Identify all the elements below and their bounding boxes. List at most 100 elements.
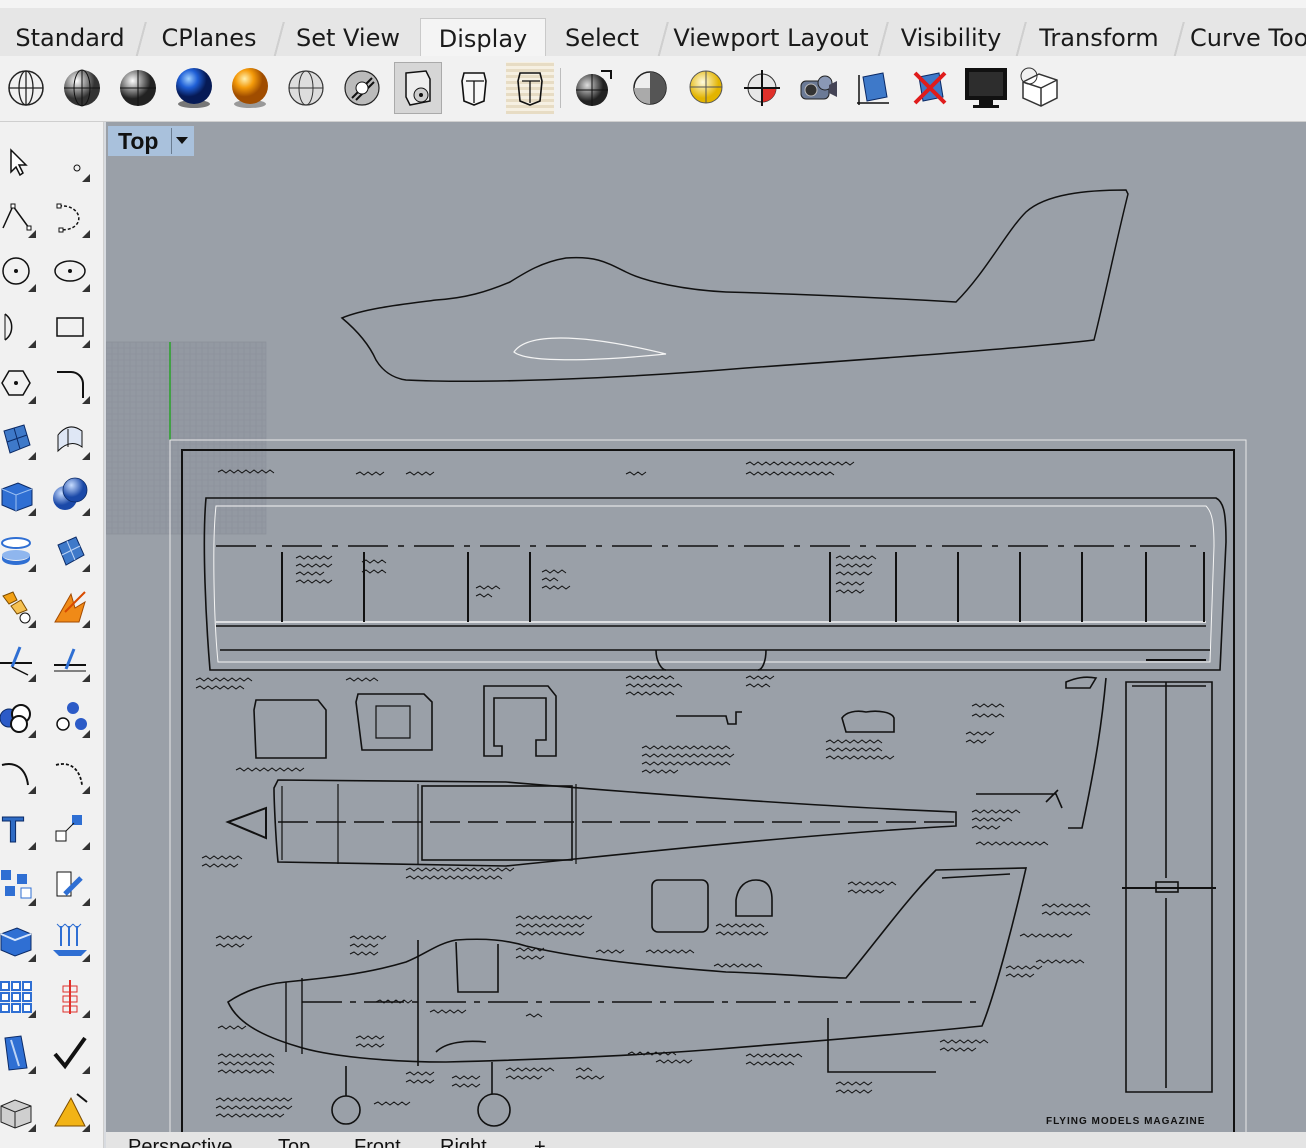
plan-annotations — [195, 461, 1091, 1118]
grid-icon[interactable] — [0, 974, 38, 1020]
annotation-mark — [847, 889, 885, 894]
half-shaded-icon[interactable] — [626, 62, 674, 114]
cylinder-icon[interactable] — [0, 528, 38, 574]
annotation-mark — [373, 1101, 411, 1106]
annotation-mark — [195, 685, 245, 690]
render-icon[interactable] — [48, 1088, 92, 1134]
light-bulb-icon[interactable] — [682, 62, 730, 114]
extrude-icon[interactable] — [0, 918, 38, 964]
tab-perspective[interactable]: Perspective — [128, 1136, 233, 1148]
surface-icon[interactable] — [0, 416, 38, 462]
tab-separator — [1172, 22, 1186, 58]
rectangle-icon[interactable] — [48, 304, 92, 350]
split-icon[interactable] — [48, 638, 92, 684]
technical-icon[interactable] — [394, 62, 442, 114]
rendered-blue-icon[interactable] — [170, 62, 218, 114]
gumball-icon[interactable] — [48, 974, 92, 1020]
sphere-solid-icon[interactable] — [48, 472, 92, 518]
annotation-mark — [595, 949, 625, 954]
rendered-icon[interactable] — [114, 62, 162, 114]
shaded-icon[interactable] — [58, 62, 106, 114]
annotation-mark — [451, 1075, 481, 1080]
annotation-mark — [349, 943, 379, 948]
annotation-mark — [745, 461, 855, 466]
wireframe-icon[interactable] — [2, 62, 50, 114]
construction-grid — [106, 341, 267, 535]
annotation-mark — [475, 593, 493, 598]
annotation-mark — [655, 1059, 693, 1064]
explode-icon[interactable] — [0, 584, 38, 630]
solid-tools-icon[interactable] — [0, 1088, 38, 1134]
annotation-mark — [965, 731, 995, 736]
move-icon[interactable] — [48, 862, 92, 908]
tab-front[interactable]: Front — [354, 1136, 401, 1148]
toolbar-separator — [560, 68, 561, 108]
project-icon[interactable] — [48, 918, 92, 964]
add-viewport-tab[interactable]: + — [534, 1136, 546, 1148]
scale-icon[interactable] — [48, 806, 92, 852]
select-arrow-icon[interactable] — [0, 138, 38, 184]
annotation-mark — [429, 1009, 467, 1014]
viewport-top[interactable]: FLYING MODELS MAGAZINE — [106, 122, 1306, 1132]
fillet-icon[interactable] — [48, 360, 92, 406]
camera-icon[interactable] — [794, 62, 842, 114]
group-icon[interactable] — [0, 694, 38, 740]
polygon-icon[interactable] — [0, 360, 38, 406]
tab-viewport-layout[interactable]: Viewport Layout — [672, 20, 870, 56]
arc-icon[interactable] — [0, 304, 38, 350]
viewport-title[interactable]: Top — [108, 126, 194, 156]
point-icon[interactable] — [48, 138, 92, 184]
trim-icon[interactable] — [0, 638, 38, 684]
cplane-axes-icon[interactable] — [738, 62, 786, 114]
curve-icon[interactable] — [48, 194, 92, 240]
ghosted-icon[interactable] — [282, 62, 330, 114]
artistic-icon[interactable] — [450, 62, 498, 114]
array-icon[interactable] — [0, 862, 38, 908]
ellipse-icon[interactable] — [48, 248, 92, 294]
blend-icon[interactable] — [48, 750, 92, 796]
annotation-mark — [835, 589, 865, 594]
tab-right[interactable]: Right — [440, 1136, 487, 1148]
tab-cplanes[interactable]: CPlanes — [150, 20, 268, 56]
rendered-gold-icon[interactable] — [226, 62, 274, 114]
chevron-down-icon[interactable] — [171, 128, 192, 154]
check-icon[interactable] — [48, 1030, 92, 1076]
tab-standard[interactable]: Standard — [8, 20, 132, 56]
tab-set-view[interactable]: Set View — [288, 20, 408, 56]
tab-visibility[interactable]: Visibility — [892, 20, 1010, 56]
boolean-icon[interactable] — [48, 584, 92, 630]
tab-curve-tools[interactable]: Curve Too — [1190, 20, 1306, 56]
tab-transform[interactable]: Transform — [1030, 20, 1168, 56]
polyline-icon[interactable] — [0, 194, 38, 240]
annotation-mark — [825, 739, 883, 744]
extrude-surface-icon[interactable] — [48, 416, 92, 462]
tab-select[interactable]: Select — [552, 20, 652, 56]
hide-object-icon[interactable] — [906, 62, 954, 114]
box-icon[interactable] — [850, 62, 898, 114]
ungroup-icon[interactable] — [48, 694, 92, 740]
circle-icon[interactable] — [0, 248, 38, 294]
annotation-mark — [295, 563, 333, 568]
tab-separator — [1014, 22, 1028, 58]
box-solid-icon[interactable] — [0, 472, 38, 518]
annotation-mark — [939, 1047, 977, 1052]
tab-separator — [656, 22, 670, 58]
mesh-icon[interactable] — [48, 528, 92, 574]
annotation-mark — [215, 935, 253, 940]
annotation-mark — [405, 471, 435, 476]
offset-icon[interactable] — [0, 750, 38, 796]
annotation-mark — [971, 825, 1001, 830]
annotation-mark — [235, 767, 305, 772]
annotation-mark — [835, 555, 877, 560]
magazine-label: FLYING MODELS MAGAZINE — [1046, 1116, 1205, 1127]
shade-all-icon[interactable] — [570, 62, 618, 114]
text-icon[interactable]: T — [0, 806, 38, 852]
tab-top[interactable]: Top — [278, 1136, 310, 1148]
annotation-mark — [975, 841, 1049, 846]
pen-icon[interactable] — [506, 62, 554, 114]
tab-display[interactable]: Display — [420, 18, 546, 59]
display-monitor-icon[interactable] — [962, 62, 1010, 114]
box-edit-icon[interactable] — [1016, 62, 1064, 114]
xray-icon[interactable] — [338, 62, 386, 114]
duplicate-icon[interactable] — [0, 1030, 38, 1076]
